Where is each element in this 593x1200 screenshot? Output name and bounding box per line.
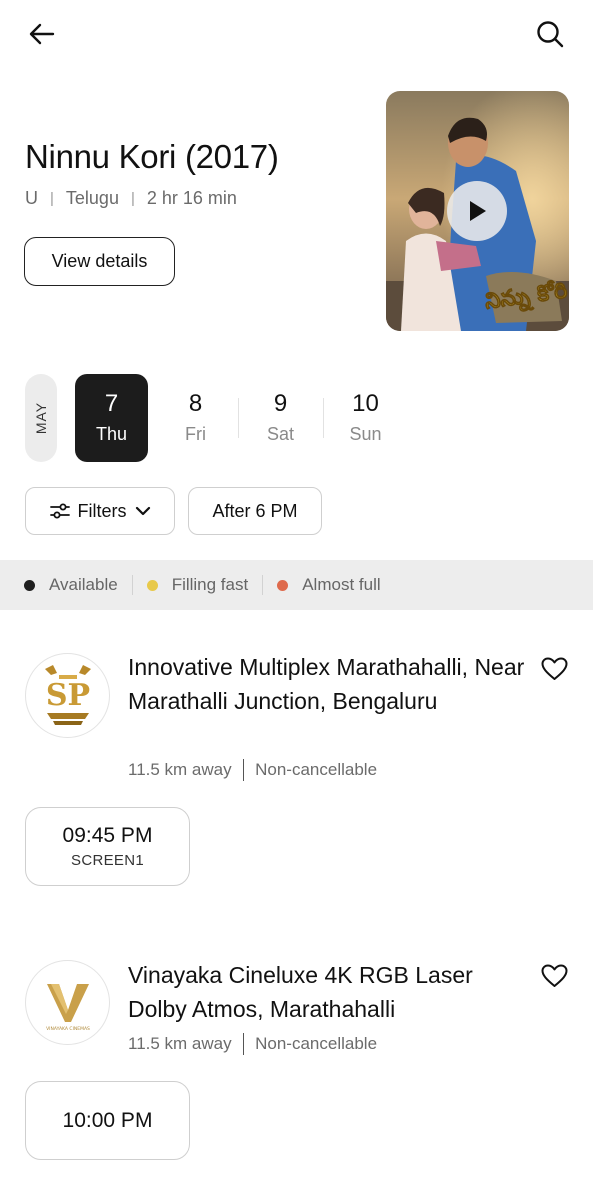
showtime-button[interactable]: 10:00 PM bbox=[25, 1081, 190, 1160]
date-number: 7 bbox=[104, 390, 119, 417]
movie-poster[interactable]: నిన్ను కోరి bbox=[386, 91, 569, 331]
after-6pm-label: After 6 PM bbox=[212, 500, 298, 521]
date-day: Sat bbox=[266, 424, 295, 444]
movie-language: Telugu bbox=[65, 188, 119, 208]
date-divider bbox=[323, 398, 324, 438]
cinema-distance: 11.5 km away bbox=[128, 1034, 232, 1053]
search-icon bbox=[537, 21, 564, 48]
legend-available: Available bbox=[24, 575, 118, 595]
date-10-sun[interactable]: 10 Sun bbox=[329, 374, 402, 462]
month-text: MAY bbox=[33, 401, 49, 435]
info-separator bbox=[242, 759, 245, 781]
date-divider bbox=[238, 398, 239, 438]
play-icon bbox=[470, 201, 486, 221]
movie-rating: U bbox=[25, 188, 38, 208]
sliders-icon bbox=[49, 503, 70, 519]
top-bar bbox=[0, 0, 593, 70]
showtime-screen: SCREEN1 bbox=[71, 852, 144, 869]
legend-separator bbox=[262, 575, 264, 595]
date-day: Fri bbox=[185, 424, 206, 444]
availability-legend: Available Filling fast Almost full bbox=[0, 560, 593, 610]
date-day: Thu bbox=[95, 424, 128, 444]
legend-label: Almost full bbox=[302, 575, 381, 594]
dot-icon bbox=[24, 579, 35, 591]
date-number: 9 bbox=[273, 390, 288, 417]
date-8-fri[interactable]: 8 Fri bbox=[159, 374, 232, 462]
meta-separator: | bbox=[50, 190, 54, 207]
cinema-policy: Non-cancellable bbox=[255, 1034, 378, 1053]
movie-meta: U | Telugu | 2 hr 16 min bbox=[25, 188, 237, 209]
date-9-sat[interactable]: 9 Sat bbox=[244, 374, 317, 462]
play-trailer-button[interactable] bbox=[447, 181, 507, 241]
date-number: 8 bbox=[188, 390, 203, 417]
showtime-time: 10:00 PM bbox=[62, 1108, 153, 1132]
month-label: MAY bbox=[25, 374, 57, 462]
legend-almost-full: Almost full bbox=[277, 575, 381, 595]
arrow-left-icon bbox=[29, 23, 55, 45]
sp-gold-logo-icon: SP bbox=[44, 664, 91, 725]
after-6pm-filter[interactable]: After 6 PM bbox=[188, 487, 322, 535]
legend-label: Filling fast bbox=[171, 575, 249, 594]
info-separator bbox=[242, 1033, 245, 1055]
cinema-logo: VINAYAKA CINEMAS bbox=[25, 960, 110, 1045]
cinema-info: 11.5 km away Non-cancellable bbox=[128, 1033, 377, 1055]
search-button[interactable] bbox=[530, 14, 570, 54]
dot-icon bbox=[277, 579, 289, 591]
cinema-name[interactable]: Vinayaka Cineluxe 4K RGB Laser Dolby Atm… bbox=[128, 958, 528, 1026]
v-gold-logo-icon: VINAYAKA CINEMAS bbox=[46, 983, 90, 1032]
cinema-logo-text: VINAYAKA CINEMAS bbox=[46, 1026, 90, 1032]
date-day: Sun bbox=[349, 424, 382, 444]
favorite-button[interactable] bbox=[539, 655, 569, 683]
filters-button[interactable]: Filters bbox=[25, 487, 175, 535]
legend-separator bbox=[131, 575, 133, 595]
date-number: 10 bbox=[352, 390, 379, 417]
meta-separator: | bbox=[130, 190, 135, 207]
showtime-button[interactable]: 09:45 PM SCREEN1 bbox=[25, 807, 190, 886]
cinema-distance: 11.5 km away bbox=[128, 760, 232, 779]
chevron-down-icon bbox=[135, 506, 150, 516]
movie-title: Ninnu Kori (2017) bbox=[25, 138, 279, 175]
cinema-info: 11.5 km away Non-cancellable bbox=[128, 759, 377, 781]
favorite-button[interactable] bbox=[539, 962, 569, 990]
heart-icon bbox=[541, 964, 567, 987]
movie-duration: 2 hr 16 min bbox=[146, 188, 237, 208]
cinema-logo: SP bbox=[25, 653, 110, 738]
filters-label: Filters bbox=[77, 500, 127, 521]
cinema-name[interactable]: Innovative Multiplex Marathahalli, Near … bbox=[128, 650, 528, 718]
legend-filling-fast: Filling fast bbox=[146, 575, 249, 595]
svg-text:SP: SP bbox=[45, 678, 89, 713]
date-7-thu[interactable]: 7 Thu bbox=[75, 374, 148, 462]
view-details-button[interactable]: View details bbox=[24, 237, 175, 286]
legend-label: Available bbox=[49, 575, 118, 594]
heart-icon bbox=[541, 657, 567, 680]
cinema-policy: Non-cancellable bbox=[255, 760, 378, 779]
showtime-time: 09:45 PM bbox=[62, 824, 153, 847]
dot-icon bbox=[146, 579, 158, 591]
back-button[interactable] bbox=[22, 14, 62, 54]
